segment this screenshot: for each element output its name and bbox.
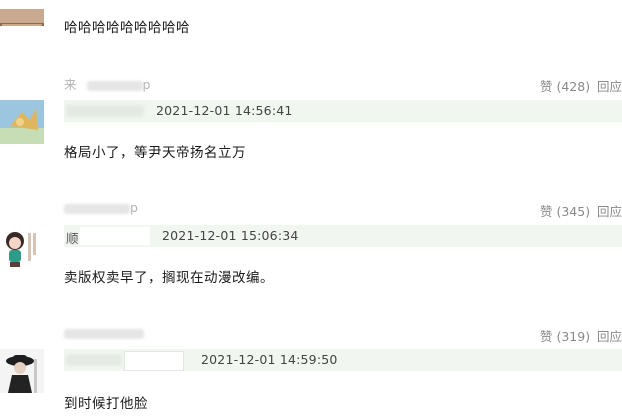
- username[interactable]: [66, 354, 122, 366]
- avatar[interactable]: [0, 0, 44, 26]
- reply-button[interactable]: 回应: [597, 326, 622, 345]
- source-tail: p: [130, 200, 138, 215]
- like-button[interactable]: 赞 (319): [540, 326, 590, 345]
- avatar-image: [0, 225, 44, 269]
- source-label: 来: [64, 77, 77, 92]
- comment-meta-bar: 顺 2021-12-01 15:06:34: [64, 225, 622, 247]
- blurred-source: [86, 80, 143, 91]
- avatar-image: [0, 100, 44, 144]
- comment-text: 到时候打他脸: [64, 396, 148, 412]
- comment-source: p: [64, 200, 138, 215]
- timestamp: 2021-12-01 14:56:41: [156, 103, 293, 118]
- username[interactable]: [66, 105, 144, 117]
- comment-text: 卖版权卖早了，搁现在动漫改编。: [64, 270, 274, 286]
- avatar[interactable]: [0, 225, 44, 269]
- username-initial[interactable]: 顺: [66, 228, 79, 247]
- comment-source: [64, 325, 144, 340]
- timestamp: 2021-12-01 15:06:34: [162, 228, 299, 243]
- blurred-source: [64, 328, 144, 339]
- username-redaction: [80, 227, 150, 245]
- avatar[interactable]: [0, 100, 44, 144]
- timestamp: 2021-12-01 14:59:50: [201, 352, 338, 367]
- comment-text: 格局小了，等尹天帝扬名立万: [64, 145, 246, 161]
- comment-meta-bar: 2021-12-01 14:56:41: [64, 100, 622, 122]
- like-button[interactable]: 赞 (428): [540, 76, 590, 95]
- blurred-source: [64, 203, 130, 214]
- avatar-image: [0, 349, 44, 393]
- avatar-image: [0, 9, 44, 26]
- username-redaction: [124, 351, 184, 371]
- source-tail: p: [142, 77, 151, 92]
- avatar[interactable]: [0, 349, 44, 393]
- reply-button[interactable]: 回应: [597, 201, 622, 220]
- comment-text: 哈哈哈哈哈哈哈哈哈: [64, 20, 190, 36]
- comment-meta-bar: 2021-12-01 14:59:50: [64, 349, 622, 371]
- reply-button[interactable]: 回应: [597, 76, 622, 95]
- like-button[interactable]: 赞 (345): [540, 201, 590, 220]
- comment-source: 来 p: [64, 74, 150, 93]
